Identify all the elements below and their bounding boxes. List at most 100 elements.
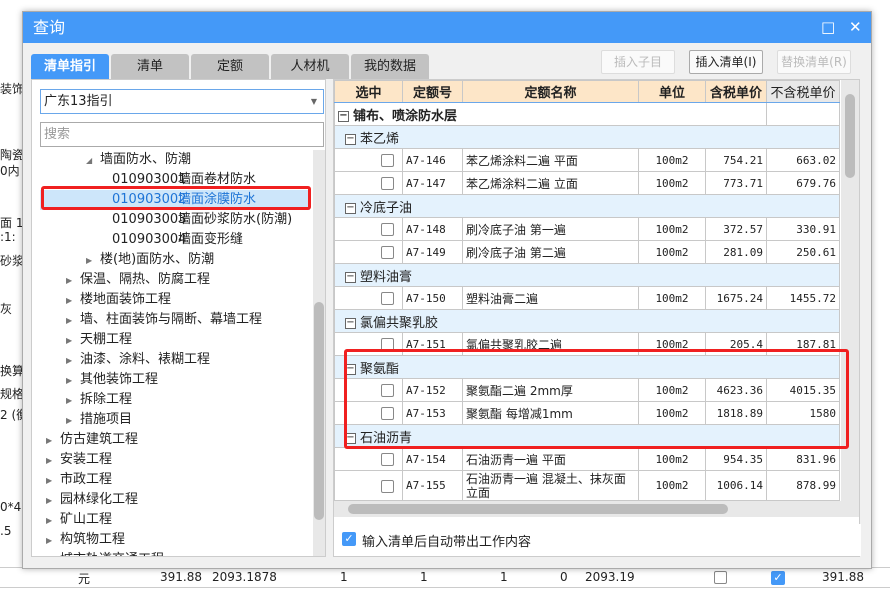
collapsed-arrow-icon[interactable]: ▶ xyxy=(66,391,80,411)
row-checkbox[interactable] xyxy=(381,407,394,420)
table-vscrollbar[interactable] xyxy=(841,80,859,501)
tree-item[interactable]: ▶ 其他装饰工程 xyxy=(66,370,158,390)
collapse-icon[interactable]: − xyxy=(345,202,356,214)
table-row[interactable]: A7-155 石油沥青一遍 混凝土、抹灰面立面 100m2 1006.14 878.99 xyxy=(334,470,840,501)
tab-list-guide[interactable]: 清单指引 xyxy=(31,54,109,79)
table-hscrollbar[interactable] xyxy=(334,501,859,517)
collapsed-arrow-icon[interactable]: ▶ xyxy=(46,531,60,551)
table-group-row[interactable]: − 铺布、喷涂防水层 xyxy=(334,102,840,126)
collapsed-arrow-icon[interactable]: ▶ xyxy=(46,551,60,556)
table-row[interactable]: A7-148 刷冷底子油 第一遍 100m2 372.57 330.91 xyxy=(334,217,840,241)
collapse-icon[interactable]: − xyxy=(345,133,356,145)
table-row[interactable]: A7-150 塑料油膏二遍 100m2 1675.24 1455.72 xyxy=(334,286,840,310)
tab-list[interactable]: 清单 xyxy=(111,54,189,79)
tree-scrollbar-thumb[interactable] xyxy=(314,302,324,520)
collapsed-arrow-icon[interactable]: ▶ xyxy=(66,331,80,351)
collapsed-arrow-icon[interactable]: ▶ xyxy=(46,431,60,451)
column-header[interactable]: 含税单价 xyxy=(705,80,767,103)
table-row[interactable]: A7-147 苯乙烯涂料二遍 立面 100m2 773.71 679.76 xyxy=(334,171,840,195)
collapsed-arrow-icon[interactable]: ▶ xyxy=(86,251,100,271)
row-checkbox[interactable] xyxy=(381,338,394,351)
tree-item[interactable]: ▶城市轨道交通工程 xyxy=(46,550,164,556)
row-checkbox[interactable] xyxy=(381,384,394,397)
table-group-row[interactable]: − 冷底子油 xyxy=(334,194,840,218)
expanded-arrow-icon[interactable]: ◢ xyxy=(86,151,100,171)
tree-item[interactable]: ▶ 仿古建筑工程 xyxy=(46,430,138,450)
row-checkbox[interactable] xyxy=(381,177,394,190)
table-row[interactable]: A7-152 聚氨酯二遍 2mm厚 100m2 4623.36 4015.35 xyxy=(334,378,840,402)
collapse-icon[interactable]: − xyxy=(338,110,349,122)
insert-child-button[interactable]: 插入子目 xyxy=(601,50,675,74)
row-checkbox[interactable] xyxy=(381,223,394,236)
table-row[interactable]: A7-149 刷冷底子油 第二遍 100m2 281.09 250.61 xyxy=(334,240,840,264)
tree-item[interactable]: ▶ 构筑物工程 xyxy=(46,530,125,550)
tree-scrollbar[interactable] xyxy=(313,150,325,556)
table-group-row[interactable]: − 氯偏共聚乳胶 xyxy=(334,309,840,333)
tree-item[interactable]: ▶ 拆除工程 xyxy=(66,390,132,410)
row-checkbox[interactable] xyxy=(381,479,394,493)
collapsed-arrow-icon[interactable]: ▶ xyxy=(66,351,80,371)
collapse-icon[interactable]: − xyxy=(345,317,356,329)
collapsed-arrow-icon[interactable]: ▶ xyxy=(46,471,60,491)
collapse-icon[interactable]: − xyxy=(345,271,356,283)
table-group-row[interactable]: − 塑料油膏 xyxy=(334,263,840,287)
collapsed-arrow-icon[interactable]: ▶ xyxy=(66,371,80,391)
auto-work-content-checkbox[interactable]: ✓ xyxy=(342,532,356,546)
collapsed-arrow-icon[interactable]: ▶ xyxy=(46,491,60,511)
table-row[interactable]: A7-153 聚氨酯 每增减1mm 100m2 1818.89 1580 xyxy=(334,401,840,425)
column-header[interactable]: 定额名称 xyxy=(462,80,639,103)
table-row[interactable]: A7-154 石油沥青一遍 平面 100m2 954.35 831.96 xyxy=(334,447,840,471)
maximize-icon[interactable]: □ xyxy=(821,12,835,43)
tab-my-data[interactable]: 我的数据 xyxy=(351,54,429,79)
table-group-row[interactable]: − 聚氨酯 xyxy=(334,355,840,379)
tree-item[interactable]: 010903004墙面变形缝 xyxy=(112,230,243,250)
tree-item[interactable]: ▶ 矿山工程 xyxy=(46,510,112,530)
collapsed-arrow-icon[interactable]: ▶ xyxy=(46,511,60,531)
tree-item[interactable]: ▶ 措施项目 xyxy=(66,410,132,430)
collapse-icon[interactable]: − xyxy=(345,363,356,375)
background-checkbox[interactable] xyxy=(714,571,727,584)
row-checkbox[interactable] xyxy=(381,154,394,167)
tree-item[interactable]: ▶ 楼(地)面防水、防潮 xyxy=(86,250,214,270)
column-header[interactable]: 不含税单价 xyxy=(766,80,840,103)
column-header[interactable]: 单位 xyxy=(638,80,706,103)
collapsed-arrow-icon[interactable]: ▶ xyxy=(46,451,60,471)
table-vscroll-thumb[interactable] xyxy=(845,94,855,178)
tree-item[interactable]: 010903002墙面涂膜防水 xyxy=(40,190,310,210)
table-row[interactable]: A7-146 苯乙烯涂料二遍 平面 100m2 754.21 663.02 xyxy=(334,148,840,172)
row-checkbox[interactable] xyxy=(381,453,394,466)
tab-materials[interactable]: 人材机 xyxy=(271,54,349,79)
tab-quota[interactable]: 定额 xyxy=(191,54,269,79)
collapsed-arrow-icon[interactable]: ▶ xyxy=(66,291,80,311)
tree-item[interactable]: ▶ 墙、柱面装饰与隔断、幕墙工程 xyxy=(66,310,262,330)
background-cell: 391.88 xyxy=(160,570,202,584)
tree-item[interactable]: ▶ 安装工程 xyxy=(46,450,112,470)
guide-dropdown[interactable]: 广东13指引 ▼ xyxy=(40,89,324,114)
table-group-row[interactable]: − 石油沥青 xyxy=(334,424,840,448)
replace-list-button[interactable]: 替换清单(R) xyxy=(777,50,851,74)
row-checkbox[interactable] xyxy=(381,292,394,305)
tree-item[interactable]: ▶ 天棚工程 xyxy=(66,330,132,350)
background-checkbox-checked[interactable]: ✓ xyxy=(771,571,785,585)
collapsed-arrow-icon[interactable]: ▶ xyxy=(66,271,80,291)
collapsed-arrow-icon[interactable]: ▶ xyxy=(66,411,80,431)
tree-item[interactable]: ▶ 市政工程 xyxy=(46,470,112,490)
tree-item[interactable]: 010903003墙面砂浆防水(防潮) xyxy=(112,210,292,230)
insert-list-button[interactable]: 插入清单(I) xyxy=(689,50,763,74)
tree-item[interactable]: ◢ 墙面防水、防潮 xyxy=(86,150,191,170)
tree-item[interactable]: ▶ 油漆、涂料、裱糊工程 xyxy=(66,350,210,370)
collapsed-arrow-icon[interactable]: ▶ xyxy=(66,311,80,331)
search-input[interactable] xyxy=(40,122,324,147)
tree-item[interactable]: ▶ 楼地面装饰工程 xyxy=(66,290,171,310)
column-header[interactable]: 选中 xyxy=(334,80,403,103)
table-row[interactable]: A7-151 氯偏共聚乳胶二遍 100m2 205.4 187.81 xyxy=(334,332,840,356)
tree-item[interactable]: ▶ 园林绿化工程 xyxy=(46,490,138,510)
tree-item[interactable]: 010903001墙面卷材防水 xyxy=(112,170,256,190)
column-header[interactable]: 定额号 xyxy=(402,80,463,103)
row-checkbox[interactable] xyxy=(381,246,394,259)
close-icon[interactable]: ✕ xyxy=(849,12,862,43)
table-group-row[interactable]: − 苯乙烯 xyxy=(334,125,840,149)
tree-item[interactable]: ▶ 保温、隔热、防腐工程 xyxy=(66,270,210,290)
collapse-icon[interactable]: − xyxy=(345,432,356,444)
table-hscroll-thumb[interactable] xyxy=(348,504,728,514)
